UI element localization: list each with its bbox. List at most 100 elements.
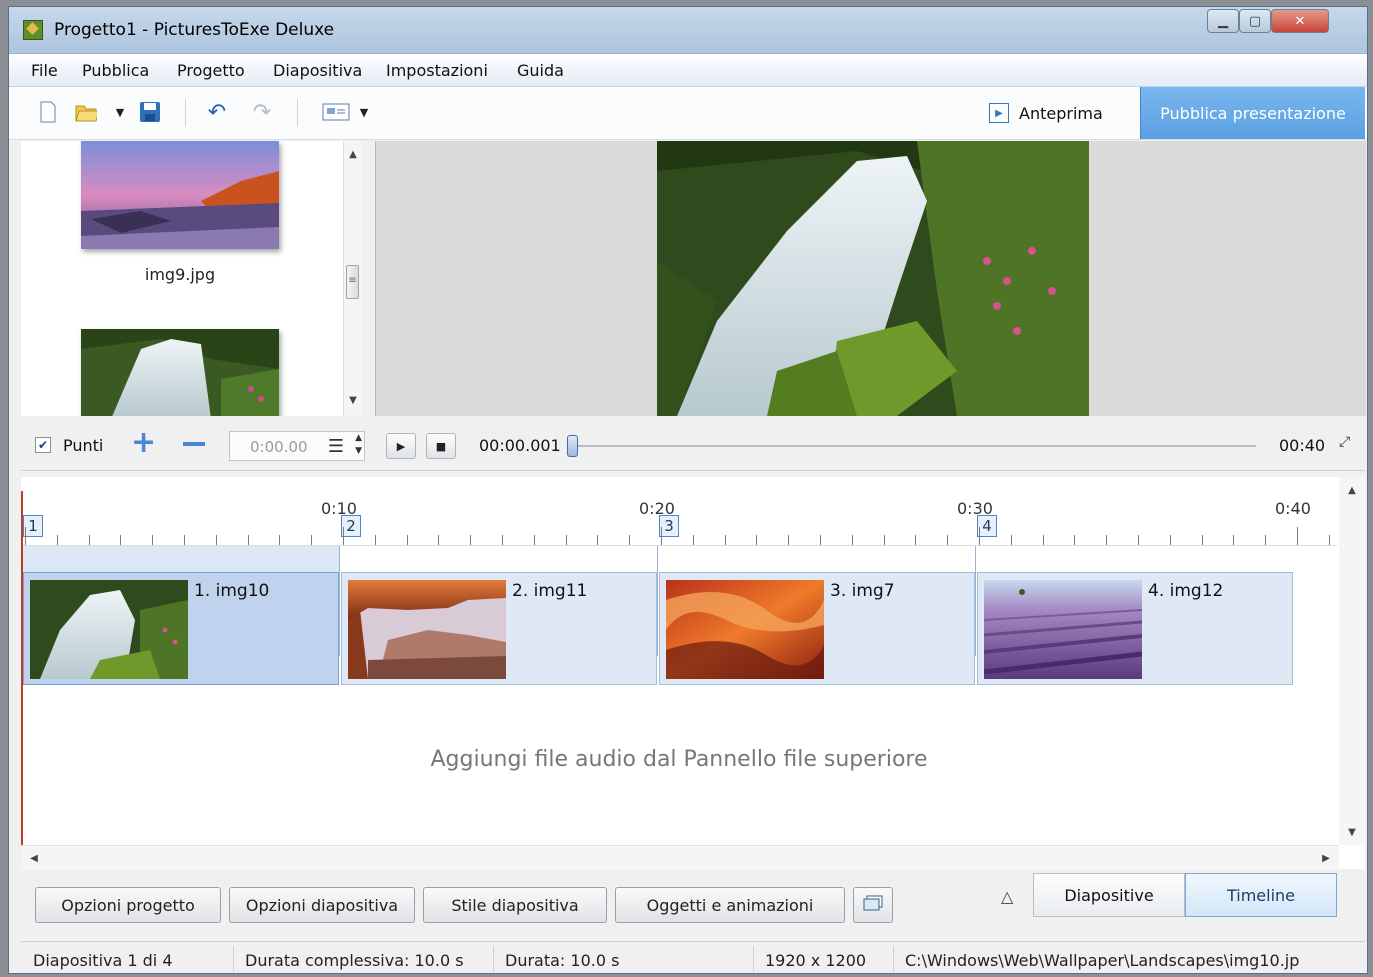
spinner-icon[interactable]: ▲ ▼ [355,432,362,458]
ruler-tick [851,535,853,545]
new-file-icon[interactable] [37,101,59,123]
ruler-tick [1138,535,1139,545]
publish-button[interactable]: Pubblica presentazione [1140,87,1365,139]
slide-options-button[interactable]: Opzioni diapositiva [229,887,415,923]
ruler-tick [215,535,217,545]
undo-icon[interactable]: ↶ [206,100,228,125]
redo-icon[interactable]: ↷ [251,100,273,125]
playhead[interactable] [21,491,23,861]
project-options-button[interactable]: Opzioni progetto [35,887,221,923]
slide-boundary [975,546,976,656]
ruler-tick [438,535,440,545]
ruler-tick [947,535,949,545]
objects-animations-button[interactable]: Oggetti e animazioni [615,887,845,923]
audio-hint: Aggiungi file audio dal Pannello file su… [430,747,928,772]
slide-link-button[interactable] [853,887,893,923]
point-time-field[interactable]: 0:00.00 ☰ ▲ ▼ [229,431,365,461]
stop-button[interactable]: ■ [426,433,456,459]
open-folder-icon[interactable] [75,101,97,123]
scroll-up-icon[interactable]: ▲ [344,145,361,163]
maximize-button[interactable]: ▢ [1239,9,1271,33]
timeline-horizontal-scrollbar[interactable]: ◀ ▶ [21,845,1339,870]
toolbar: ▼ ↶ ↷ ▼ ▶ Anteprima Pubblica presentazio… [9,87,1367,140]
point-time-value: 0:00.00 [250,438,308,456]
scroll-left-icon[interactable]: ◀ [25,849,43,867]
scroll-down-icon[interactable]: ▼ [344,391,361,409]
ruler-tick [883,535,885,545]
status-total-duration: Durata complessiva: 10.0 s [245,951,464,970]
slide-marker[interactable]: 2 [341,515,361,537]
ruler-tick [470,535,472,545]
playback-slider-track[interactable] [571,445,1256,447]
ruler-tick [56,535,58,545]
list-icon: ☰ [327,436,344,457]
playback-slider-knob[interactable] [567,435,578,457]
ruler-tick [502,535,503,545]
view-dropdown-icon[interactable]: ▼ [353,101,375,123]
ruler-tick [597,535,599,545]
menu-guida[interactable]: Guida [517,61,564,80]
app-icon [23,20,43,40]
tab-diapositive[interactable]: Diapositive [1033,873,1185,917]
save-icon[interactable] [139,101,161,123]
status-divider [893,946,894,972]
ruler-tick [247,535,249,545]
bottom-bar: Opzioni progetto Opzioni diapositiva Sti… [21,873,1365,933]
clip-label: 4. img12 [1148,581,1224,601]
menu-pubblica[interactable]: Pubblica [82,61,149,80]
ruler-tick [565,535,567,545]
ruler-tick [915,535,917,545]
scroll-right-icon[interactable]: ▶ [1317,849,1335,867]
close-button[interactable]: ✕ [1271,9,1329,33]
slide-marker[interactable]: 4 [977,515,997,537]
ruler-tick [629,535,631,545]
toolbar-separator [297,99,298,127]
punti-checkbox[interactable]: ✔ [35,437,51,453]
ruler-tick [184,535,185,545]
fullscreen-icon[interactable]: ⤢ [1339,434,1350,450]
timeline-clip[interactable]: 2. img11 [341,572,657,685]
file-panel-scrollbar[interactable]: ▲ ≡ ▼ [343,141,361,416]
slide-view-icon[interactable] [321,101,351,123]
slide-style-button[interactable]: Stile diapositiva [423,887,607,923]
menu-file[interactable]: File [31,61,58,80]
timeline-clip[interactable]: 4. img12 [977,572,1293,685]
collapse-triangle-icon[interactable]: △ [1001,887,1013,906]
open-dropdown-icon[interactable]: ▼ [109,101,131,123]
tab-timeline[interactable]: Timeline [1185,873,1337,917]
slide-boundary [339,546,340,656]
minimize-button[interactable]: ▁ [1207,9,1239,33]
play-icon: ▶ [396,439,406,453]
ruler-tick [120,535,122,545]
timeline-vertical-scrollbar[interactable]: ▲ ▼ [1339,477,1365,845]
play-button[interactable]: ▶ [386,433,416,459]
file-thumbnail-img9[interactable] [81,141,279,249]
timeline-clip[interactable]: 3. img7 [659,572,975,685]
remove-point-icon[interactable] [183,442,205,446]
menu-bar: File Pubblica Progetto Diapositiva Impos… [9,54,1367,87]
preview-button[interactable]: ▶ Anteprima [989,101,1103,125]
ruler-tick [661,527,662,545]
ruler-tick [152,535,154,545]
maximize-icon: ▢ [1248,13,1262,29]
timeline-clip[interactable]: 1. img10 [23,572,339,685]
ruler-tick [1233,535,1235,545]
status-bar: Diapositiva 1 di 4 Durata complessiva: 1… [21,941,1365,973]
slides-stack-icon [862,895,884,915]
menu-progetto[interactable]: Progetto [177,61,245,80]
scroll-up-icon[interactable]: ▲ [1339,481,1365,499]
time-ruler: 0:10 0:20 0:30 0:40 1 2 3 4 [21,477,1337,546]
file-thumbnail-img10[interactable] [81,329,279,416]
slide-marker[interactable]: 1 [23,515,43,537]
scroll-down-icon[interactable]: ▼ [1339,823,1365,841]
add-point-icon[interactable]: + [131,428,156,458]
ruler-tick [343,527,344,545]
menu-impostazioni[interactable]: Impostazioni [386,61,488,80]
ruler-tick [374,535,376,545]
toolbar-separator [185,99,186,127]
slide-marker[interactable]: 3 [659,515,679,537]
scroll-thumb[interactable]: ≡ [346,265,359,299]
menu-diapositiva[interactable]: Diapositiva [273,61,362,80]
ruler-tick [1328,535,1330,545]
ruler-tick [533,535,535,545]
